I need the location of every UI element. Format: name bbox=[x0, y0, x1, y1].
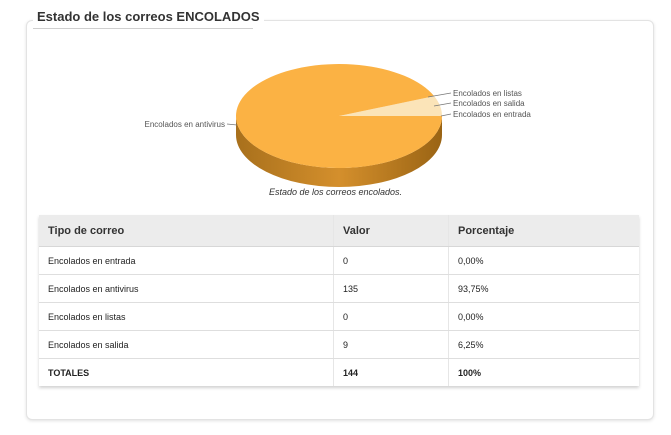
chart-caption: Estado de los correos encolados. bbox=[268, 187, 403, 197]
cell-valor: 0 bbox=[333, 246, 449, 275]
pie-chart: Encolados en listasEncolados en salida En… bbox=[145, 64, 531, 187]
table-row: Encolados en salida 9 6,25% bbox=[39, 330, 639, 359]
cell-tipo: Encolados en listas bbox=[39, 302, 334, 331]
header-valor[interactable]: Valor bbox=[333, 215, 449, 247]
cell-valor: 0 bbox=[333, 302, 449, 331]
header-porcentaje[interactable]: Porcentaje bbox=[448, 215, 639, 247]
pie-label: Encolados en listas bbox=[453, 89, 522, 98]
total-valor: 144 bbox=[333, 358, 449, 386]
cell-tipo: Encolados en entrada bbox=[39, 246, 334, 275]
pie-label: Encolados en antivirus bbox=[145, 120, 226, 129]
mail-status-table: Tipo de correo Valor Porcentaje Encolado… bbox=[39, 215, 639, 386]
pie-label: Encolados en entrada bbox=[453, 110, 531, 119]
table-row: Encolados en entrada 0 0,00% bbox=[39, 246, 639, 275]
cell-porcentaje: 93,75% bbox=[448, 274, 639, 303]
cell-valor: 9 bbox=[333, 330, 449, 359]
pie-slices bbox=[236, 64, 442, 168]
table-row: Encolados en listas 0 0,00% bbox=[39, 302, 639, 331]
cell-porcentaje: 0,00% bbox=[448, 246, 639, 275]
table-row: Encolados en antivirus 135 93,75% bbox=[39, 274, 639, 303]
pie-label: Encolados en salida bbox=[453, 99, 525, 108]
table-header-row: Tipo de correo Valor Porcentaje bbox=[39, 215, 639, 247]
cell-porcentaje: 0,00% bbox=[448, 302, 639, 331]
total-porcentaje: 100% bbox=[448, 358, 639, 386]
cell-tipo: Encolados en antivirus bbox=[39, 274, 334, 303]
table-total-row: TOTALES 144 100% bbox=[39, 358, 639, 386]
cell-valor: 135 bbox=[333, 274, 449, 303]
total-label: TOTALES bbox=[48, 367, 90, 378]
cell-tipo: Encolados en salida bbox=[39, 330, 334, 359]
header-tipo[interactable]: Tipo de correo bbox=[39, 215, 334, 247]
label-leader-line bbox=[226, 123, 238, 126]
label-leader-line bbox=[440, 113, 452, 117]
cell-porcentaje: 6,25% bbox=[448, 330, 639, 359]
